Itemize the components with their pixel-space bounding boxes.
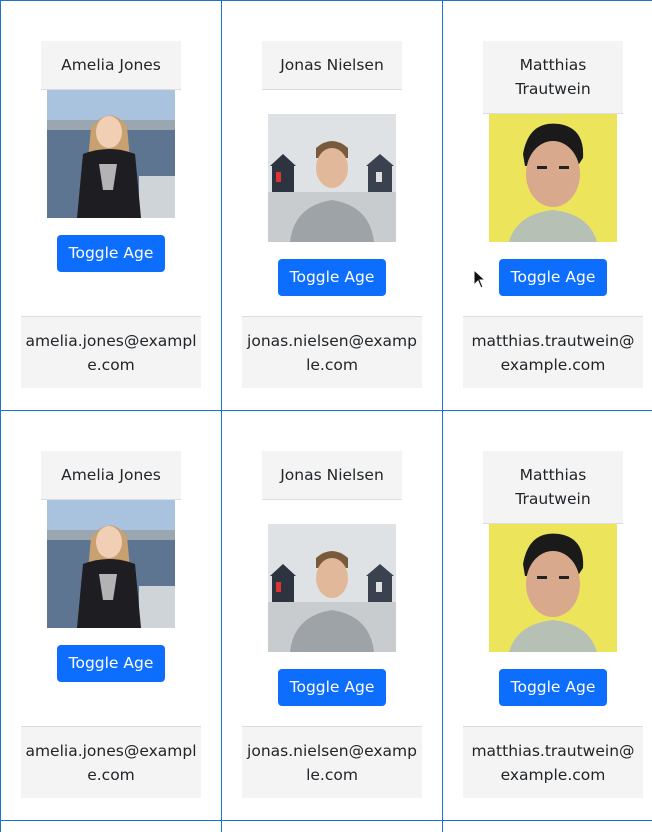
user-card-amelia-jones: Amelia Jones Toggle Age amelia.jones@exa…	[0, 0, 221, 410]
user-card-partial	[442, 820, 652, 832]
user-email: matthias.trautwein@example.com	[463, 726, 643, 798]
user-photo	[489, 114, 617, 242]
user-photo	[47, 500, 175, 628]
user-name: Amelia Jones	[41, 451, 181, 500]
toggle-age-button[interactable]: Toggle Age	[57, 645, 165, 682]
user-name: Jonas Nielsen	[262, 41, 402, 90]
user-photo	[489, 524, 617, 652]
user-email: amelia.jones@example.com	[21, 726, 201, 798]
user-photo	[47, 90, 175, 218]
user-photo-matthias-trautwein	[489, 114, 617, 242]
user-name: Matthias Trautwein	[483, 451, 623, 524]
user-card-amelia-jones: Amelia Jones Toggle Age amelia.jones@exa…	[0, 410, 221, 820]
toggle-age-button[interactable]: Toggle Age	[499, 669, 607, 706]
toggle-age-button[interactable]: Toggle Age	[57, 235, 165, 272]
user-photo-amelia-jones	[47, 500, 175, 628]
user-card-grid: Amelia Jones Toggle Age amelia.jones@exa…	[0, 0, 652, 832]
user-card-partial	[0, 820, 221, 832]
user-name: Matthias Trautwein	[483, 41, 623, 114]
toggle-age-button[interactable]: Toggle Age	[278, 669, 386, 706]
user-card-jonas-nielsen: Jonas Nielsen Toggle Age jonas.nielsen@e…	[221, 0, 442, 410]
user-name: Amelia Jones	[41, 41, 181, 90]
user-card-matthias-trautwein: Matthias Trautwein Toggle Age matthias.t…	[442, 410, 652, 820]
toggle-age-button[interactable]: Toggle Age	[278, 259, 386, 296]
user-email: jonas.nielsen@example.com	[242, 726, 422, 798]
user-email: jonas.nielsen@example.com	[242, 316, 422, 388]
user-photo	[268, 524, 396, 652]
mouse-cursor-icon	[473, 269, 487, 289]
user-email: amelia.jones@example.com	[21, 316, 201, 388]
user-photo-jonas-nielsen	[268, 524, 396, 652]
user-email: matthias.trautwein@example.com	[463, 316, 643, 388]
user-photo-matthias-trautwein	[489, 524, 617, 652]
user-photo-amelia-jones	[47, 90, 175, 218]
user-name: Jonas Nielsen	[262, 451, 402, 500]
user-card-jonas-nielsen: Jonas Nielsen Toggle Age jonas.nielsen@e…	[221, 410, 442, 820]
user-photo	[268, 114, 396, 242]
toggle-age-button[interactable]: Toggle Age	[499, 259, 607, 296]
user-photo-jonas-nielsen	[268, 114, 396, 242]
user-card-partial	[221, 820, 442, 832]
user-card-matthias-trautwein: Matthias Trautwein Toggle Age matthias.t…	[442, 0, 652, 410]
